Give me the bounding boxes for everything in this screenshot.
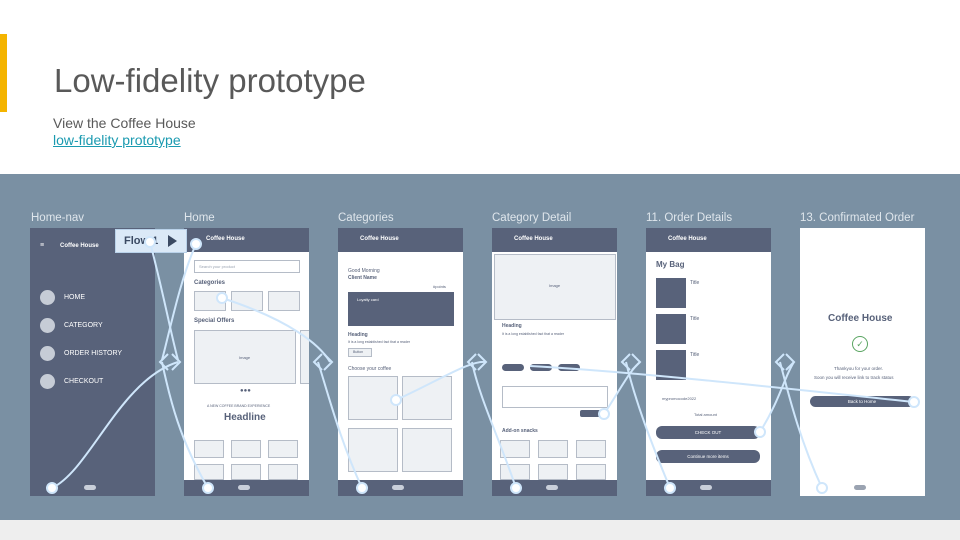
hotspot-dot [754,426,766,438]
hotspot-dot [46,482,58,494]
hotspot-dot [510,482,522,494]
hotspot-dot [216,292,228,304]
hotspot-dot [598,408,610,420]
connector-line [625,361,671,489]
hotspot-dot [390,394,402,406]
hotspot-dot [202,482,214,494]
hotspot-dot [144,236,156,248]
connector-line [161,361,209,489]
prototype-connections [46,236,920,494]
hotspot-dot [190,238,202,250]
hotspot-dot [908,396,920,408]
hotspot-dot [356,482,368,494]
arrow-icon [631,353,642,371]
connector-line [471,361,517,489]
connector-line [51,361,179,489]
connector-line [317,361,363,489]
connector-line [529,365,915,403]
hotspot-dot [664,482,676,494]
connector-line [221,297,331,363]
connector-line [149,241,179,361]
connector-line [779,361,823,489]
connector-line [603,361,641,415]
hotspot-dot [816,482,828,494]
arrow-icon [323,353,334,371]
connector-line [161,243,197,361]
